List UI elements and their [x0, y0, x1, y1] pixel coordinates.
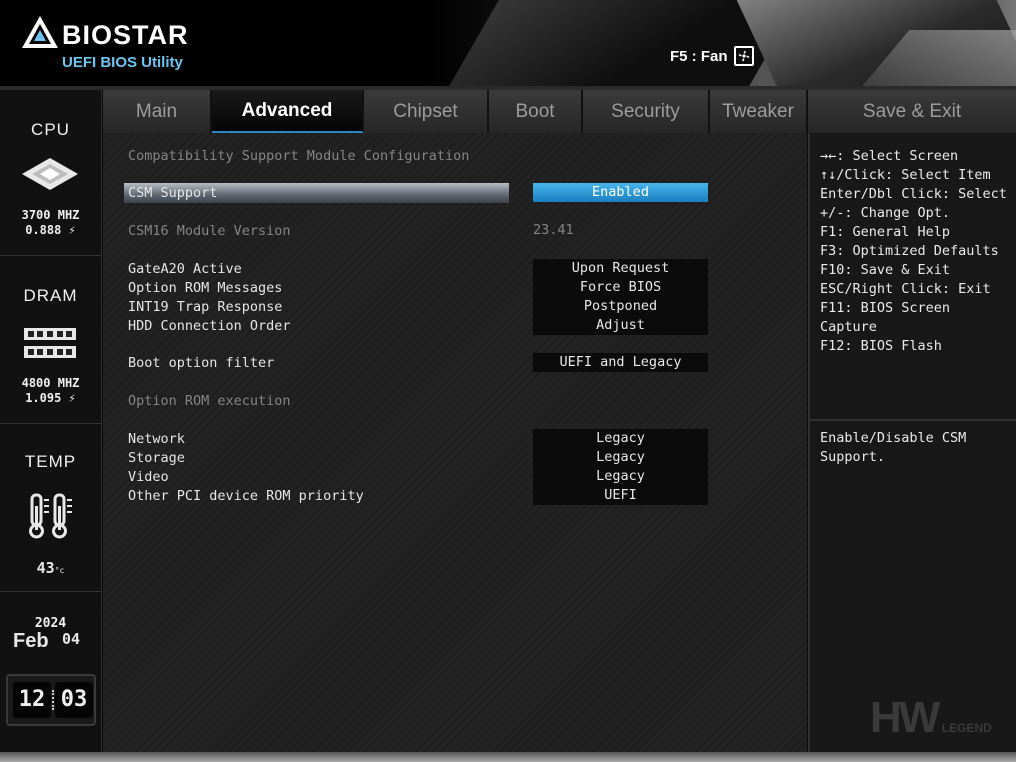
network-value[interactable]: Legacy [533, 429, 708, 448]
help-line: F1: General Help [820, 224, 951, 240]
fan-shortcut[interactable]: F5 : Fan [670, 46, 754, 66]
video-label[interactable]: Video [128, 469, 169, 485]
fan-label: F5 : Fan [670, 47, 728, 65]
temp-section: TEMP 43°c [0, 424, 101, 592]
dram-frequency: 4800 MHZ [21, 376, 80, 390]
tab-bar: Main Advanced Chipset Boot Security Twea… [103, 90, 1016, 133]
tab-security[interactable]: Security [583, 90, 710, 133]
tab-boot[interactable]: Boot [489, 90, 583, 133]
bios-subtitle: UEFI BIOS Utility [62, 54, 183, 71]
cpu-section: CPU 3700 MHZ 0.888 ⚡ [0, 90, 101, 256]
storage-label[interactable]: Storage [128, 450, 185, 466]
section-title: Compatibility Support Module Configurati… [128, 148, 470, 164]
watermark-sub: LEGEND [941, 721, 992, 735]
boot-filter-label[interactable]: Boot option filter [128, 355, 274, 371]
gatea20-label[interactable]: GateA20 Active [128, 261, 242, 277]
item-description: Enable/Disable CSM Support. [820, 429, 1010, 467]
clock-hour: 12 [13, 682, 51, 718]
brand-name: BIOSTAR [62, 20, 189, 50]
help-line: F11: BIOS Screen [820, 300, 951, 316]
video-value[interactable]: Legacy [533, 467, 708, 486]
watermark-logo: HW LEGEND [870, 693, 992, 743]
csm-support-label[interactable]: CSM Support [128, 185, 217, 201]
help-line: Enter/Dbl Click: Select [820, 186, 1007, 202]
help-line: F3: Optimized Defaults [820, 243, 999, 259]
watermark-main: HW [870, 693, 940, 742]
help-line: F12: BIOS Flash [820, 338, 942, 354]
biostar-logo-icon [22, 16, 58, 48]
cpu-voltage: 0.888 ⚡ [25, 223, 76, 237]
tab-main[interactable]: Main [103, 90, 212, 133]
tab-chipset[interactable]: Chipset [364, 90, 489, 133]
help-line: +/-: Change Opt. [820, 205, 951, 221]
storage-value[interactable]: Legacy [533, 448, 708, 467]
other-pci-value[interactable]: UEFI [533, 486, 708, 505]
csm16-version-label: CSM16 Module Version [128, 223, 291, 239]
cpu-title: CPU [31, 120, 70, 139]
memory-icon [24, 328, 76, 358]
tab-tweaker[interactable]: Tweaker [710, 90, 808, 133]
description-line: Support. [820, 449, 886, 465]
option-rom-execution-heading: Option ROM execution [128, 393, 291, 409]
int19-label[interactable]: INT19 Trap Response [128, 299, 282, 315]
date-month: Feb [13, 630, 49, 652]
thermometer-icon [29, 493, 72, 539]
help-line: ESC/Right Click: Exit [820, 281, 991, 297]
fan-icon [733, 46, 754, 66]
footer-bar [0, 752, 1016, 762]
key-help-list: →←: Select Screen ↑↓/Click: Select Item … [820, 147, 1007, 356]
gatea20-value[interactable]: Upon Request [533, 259, 708, 278]
csm16-version-value: 23.41 [533, 222, 574, 238]
header: BIOSTAR UEFI BIOS Utility F5 : Fan [0, 0, 1016, 86]
help-line: F10: Save & Exit [820, 262, 951, 278]
help-line: →←: Select Screen [820, 148, 959, 164]
cpu-icon [22, 158, 78, 190]
clock-minute: 03 [55, 682, 93, 718]
temp-unit: °c [54, 566, 65, 575]
dram-voltage: 1.095 ⚡ [25, 391, 76, 405]
temp-title: TEMP [24, 452, 77, 471]
help-line: ↑↓/Click: Select Item [820, 167, 991, 183]
boot-filter-value[interactable]: UEFI and Legacy [533, 353, 708, 372]
clock-separator [52, 690, 54, 710]
hdd-order-label[interactable]: HDD Connection Order [128, 318, 291, 334]
option-rom-messages-label[interactable]: Option ROM Messages [128, 280, 282, 296]
temp-value: 43 [36, 559, 55, 577]
network-label[interactable]: Network [128, 431, 185, 447]
biostar-logo: BIOSTAR UEFI BIOS Utility [20, 14, 210, 74]
hdd-order-value[interactable]: Adjust [533, 316, 708, 335]
tab-advanced[interactable]: Advanced [212, 90, 364, 133]
description-line: Enable/Disable CSM [820, 430, 967, 446]
int19-value[interactable]: Postponed [533, 297, 708, 316]
dram-section: DRAM 4800 MHZ 1.095 ⚡ [0, 256, 101, 424]
settings-panel: Compatibility Support Module Configurati… [103, 133, 807, 752]
help-line: Capture [820, 319, 877, 335]
status-sidebar: CPU 3700 MHZ 0.888 ⚡ DRAM 4800 MHZ 1.095… [0, 90, 102, 752]
dram-title: DRAM [23, 286, 78, 305]
tab-save-exit[interactable]: Save & Exit [808, 90, 1016, 133]
date-year: 2024 [34, 616, 67, 631]
temp-readout: 43°c [0, 558, 101, 577]
date-day: 04 [62, 630, 81, 648]
cpu-frequency: 3700 MHZ [21, 208, 80, 222]
option-rom-messages-value[interactable]: Force BIOS [533, 278, 708, 297]
other-pci-label[interactable]: Other PCI device ROM priority [128, 488, 364, 504]
help-panel: →←: Select Screen ↑↓/Click: Select Item … [808, 133, 1016, 752]
csm-support-value[interactable]: Enabled [533, 183, 708, 202]
help-divider [810, 419, 1016, 421]
clock-display: 12 03 [6, 674, 96, 726]
datetime-section: 2024 Feb 04 12 03 [0, 592, 101, 752]
